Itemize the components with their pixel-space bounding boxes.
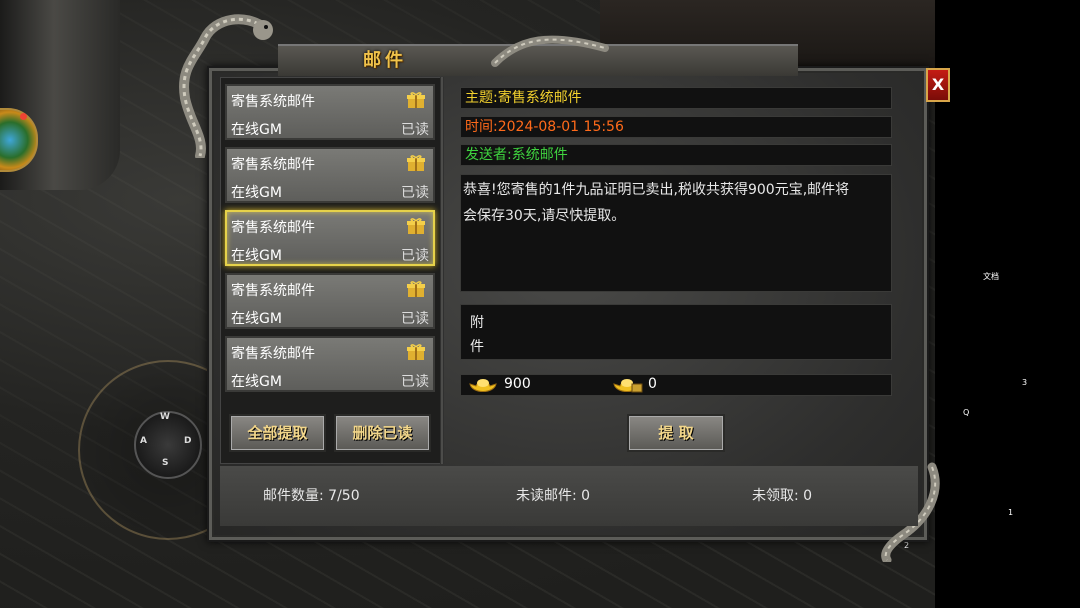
panel-divider [440, 77, 444, 464]
sender-field: 发送者:系统邮件 [460, 144, 892, 166]
gift-icon [407, 218, 425, 234]
mail-body: 恭喜!您寄售的1件九品证明已卖出,税收共获得900元宝,邮件将会保存30天,请尽… [460, 174, 892, 292]
time-value: 2024-08-01 15:56 [497, 119, 624, 135]
hud-label-3[interactable]: 3 [1022, 378, 1027, 387]
joystick-up-label: W [160, 412, 170, 422]
mail-list-item[interactable]: 寄售系统邮件 在线GM 已读 [225, 84, 435, 140]
claim-button[interactable]: 提 取 [627, 414, 725, 452]
gift-icon [407, 344, 425, 360]
attachment-box [460, 304, 892, 360]
close-button[interactable]: X [926, 68, 950, 102]
gift-icon [407, 281, 425, 297]
unclaimed-count: 未领取: 0 [752, 488, 813, 504]
mail-sender: 在线GM [231, 374, 282, 390]
joystick-right-label: D [184, 436, 192, 446]
subject-value: 寄售系统邮件 [497, 90, 582, 106]
notification-dot [20, 113, 27, 120]
mail-status: 已读 [401, 311, 429, 327]
gift-icon [407, 92, 425, 108]
delete-read-button[interactable]: 删除已读 [334, 414, 431, 452]
mail-sender: 在线GM [231, 311, 282, 327]
mail-status: 已读 [401, 374, 429, 390]
mail-list-item[interactable]: 寄售系统邮件 在线GM 已读 [225, 336, 435, 392]
mail-sender: 在线GM [231, 185, 282, 201]
gift-icon [407, 155, 425, 171]
mail-sender: 在线GM [231, 248, 282, 264]
mail-list-item[interactable]: 寄售系统邮件 在线GM 已读 [225, 147, 435, 203]
subject-field: 主题:寄售系统邮件 [460, 87, 892, 109]
time-field: 时间:2024-08-01 15:56 [460, 116, 892, 138]
dragon-wing-icon [491, 35, 609, 67]
unread-count: 未读邮件: 0 [516, 488, 591, 504]
attachment-label: 附件 [470, 315, 484, 355]
mail-status: 已读 [401, 122, 429, 138]
sender-label: 发送者: [465, 147, 512, 163]
reward-bound-gold-value: 0 [648, 376, 657, 392]
mail-count: 邮件数量: 7/50 [263, 488, 360, 504]
subject-label: 主题: [465, 90, 498, 106]
mail-subject: 寄售系统邮件 [231, 346, 315, 362]
window-title: 邮件 [363, 50, 407, 71]
mail-sender: 在线GM [231, 122, 282, 138]
mail-subject: 寄售系统邮件 [231, 220, 315, 236]
time-label: 时间: [465, 119, 498, 135]
joystick-left-label: A [140, 436, 147, 446]
mail-subject: 寄售系统邮件 [231, 283, 315, 299]
mail-status: 已读 [401, 248, 429, 264]
claim-all-button[interactable]: 全部提取 [229, 414, 326, 452]
mail-list-item[interactable]: 寄售系统邮件 在线GM 已读 [225, 273, 435, 329]
mail-list-item-selected[interactable]: 寄售系统邮件 在线GM 已读 [225, 210, 435, 266]
mail-subject: 寄售系统邮件 [231, 157, 315, 173]
joystick-down-label: S [162, 458, 169, 468]
mail-subject: 寄售系统邮件 [231, 94, 315, 110]
sender-value: 系统邮件 [511, 147, 568, 163]
hud-label-q[interactable]: Q [963, 408, 969, 417]
hud-label-1[interactable]: 1 [1008, 508, 1013, 517]
reward-gold-value: 900 [504, 376, 531, 392]
bound-gold-ingot-icon [613, 379, 643, 393]
hud-label-doc[interactable]: 文档 [983, 271, 999, 282]
mail-status: 已读 [401, 185, 429, 201]
gold-ingot-icon [469, 379, 497, 392]
